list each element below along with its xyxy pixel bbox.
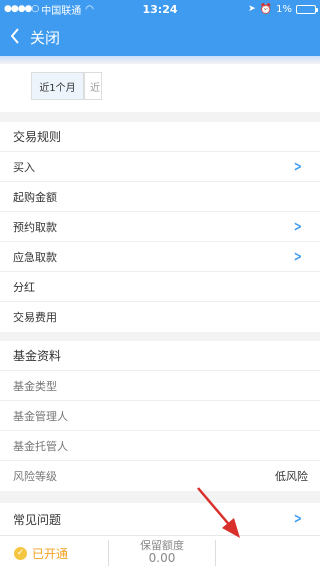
list-item-label: 起购金额 xyxy=(13,190,57,204)
list-item-label: 风险等级 xyxy=(13,470,57,483)
clock: 13:24 xyxy=(142,2,178,16)
trade-rules-heading: 交易规则 xyxy=(0,122,320,152)
list-item-dividend[interactable]: 分红 xyxy=(0,272,320,302)
list-item-label: 基金类型 xyxy=(13,379,57,393)
list-item-fund-custodian: 基金托管人 xyxy=(0,431,320,461)
list-item-label: 买入 xyxy=(13,160,35,174)
list-item-fund-manager: 基金管理人 xyxy=(0,401,320,431)
quota-value: 0.00 xyxy=(148,551,176,565)
chevron-left-icon[interactable] xyxy=(0,27,30,47)
list-item-label: 应急取款 xyxy=(13,250,57,264)
list-item-risk-level: 风险等级 低风险 xyxy=(0,461,320,491)
nav-bar: 关闭 xyxy=(0,18,320,56)
list-item-label: 常见问题 xyxy=(13,512,62,527)
chevron-right-icon: > xyxy=(294,248,303,265)
battery-icon xyxy=(296,4,318,14)
faq-section: 常见问题 > xyxy=(0,503,320,535)
quota-display: 保留额度 0.00 xyxy=(122,539,202,565)
list-item-buy[interactable]: 买入 > xyxy=(0,152,320,182)
divider xyxy=(215,540,216,566)
chevron-right-icon: > xyxy=(294,158,303,175)
list-item-label: 交易费用 xyxy=(13,311,57,324)
divider xyxy=(108,540,109,566)
list-item-faq[interactable]: 常见问题 > xyxy=(0,503,320,535)
list-item-label: 预约取款 xyxy=(13,220,57,234)
bottom-bar: ✓ 已开通 保留额度 0.00 xyxy=(0,535,320,570)
nav-shadow xyxy=(0,56,320,64)
list-item-label: 基金管理人 xyxy=(13,409,68,423)
risk-level-value: 低风险 xyxy=(275,470,308,483)
tab-1-month[interactable]: 近1个月 xyxy=(31,72,84,100)
close-button[interactable]: 关闭 xyxy=(30,27,60,48)
period-tabs: 近1个月 近 xyxy=(0,64,320,112)
chevron-right-icon: > xyxy=(294,218,303,235)
list-item-fund-type: 基金类型 xyxy=(0,371,320,401)
list-item-label: 分红 xyxy=(13,280,35,294)
fund-info-section: 基金资料 基金类型 基金管理人 基金托管人 风险等级 低风险 xyxy=(0,341,320,491)
status-bar: ●●●●○ 中国联通 ◠ 13:24 ➤ ⏰ 1% xyxy=(0,0,320,18)
trade-rules-section: 交易规则 买入 > 起购金额 预约取款 > 应急取款 > 分红 交易费用 xyxy=(0,122,320,332)
list-item-min-purchase[interactable]: 起购金额 xyxy=(0,182,320,212)
check-icon: ✓ xyxy=(14,546,27,560)
list-item-fees[interactable]: 交易费用 xyxy=(0,302,320,332)
list-item-label: 基金托管人 xyxy=(13,439,68,453)
chevron-right-icon: > xyxy=(294,511,303,527)
tab-next-period[interactable]: 近 xyxy=(84,72,102,100)
fund-info-heading: 基金资料 xyxy=(0,341,320,371)
opened-label: 已开通 xyxy=(32,546,69,561)
list-item-scheduled-withdrawal[interactable]: 预约取款 > xyxy=(0,212,320,242)
opened-status: ✓ 已开通 xyxy=(14,545,68,562)
list-item-emergency-withdrawal[interactable]: 应急取款 > xyxy=(0,242,320,272)
